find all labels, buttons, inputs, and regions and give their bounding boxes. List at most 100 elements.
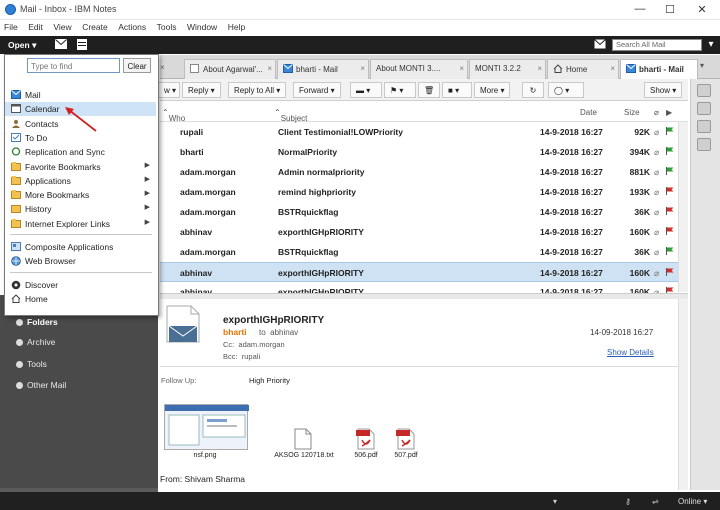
- column-size[interactable]: Size: [624, 108, 640, 117]
- green-flag-icon[interactable]: [666, 167, 674, 175]
- menu-file[interactable]: File: [0, 20, 22, 32]
- table-row[interactable]: bharti NormalPriority 14-9-2018 16:27 394K ⌀: [160, 142, 678, 162]
- table-row[interactable]: abhinav exporthIGHpRIORITY 14-9-2018 16:27…: [160, 262, 678, 282]
- tab-bharti-mail-active[interactable]: bharti - Mail: [620, 59, 698, 79]
- tab-home[interactable]: Home ×: [547, 59, 619, 79]
- tab-about-agarwal[interactable]: About Agarwal'... ×: [184, 59, 276, 79]
- table-row[interactable]: adam.morgan Admin normalpriority 14-9-2018…: [160, 162, 678, 182]
- mail-icon[interactable]: [55, 39, 67, 50]
- maximize-button[interactable]: ☐: [660, 3, 680, 16]
- new-button[interactable]: w ▾: [158, 82, 180, 98]
- sidebar-calendar-icon[interactable]: [697, 102, 711, 115]
- close-tab-icon[interactable]: ×: [360, 64, 365, 73]
- forward-button[interactable]: Forward ▾: [293, 82, 341, 98]
- calendar-icon[interactable]: [76, 39, 88, 50]
- red-flag-icon[interactable]: [666, 227, 674, 235]
- nav-other-mail[interactable]: Other Mail: [16, 380, 66, 390]
- key-icon[interactable]: ⚷: [625, 497, 631, 506]
- pdf-file-icon[interactable]: [396, 428, 416, 452]
- menu-create[interactable]: Create: [78, 20, 112, 32]
- menu-item-mail[interactable]: Mail: [5, 88, 156, 102]
- menu-item-discover[interactable]: Discover: [5, 278, 156, 292]
- clear-button[interactable]: Clear: [123, 58, 151, 73]
- preview-sender[interactable]: bharti: [223, 327, 247, 337]
- list-scrollbar[interactable]: [678, 122, 688, 292]
- green-flag-icon[interactable]: [666, 247, 674, 255]
- open-button[interactable]: Open ▾: [8, 40, 36, 51]
- tab-list-icon[interactable]: ▾: [700, 61, 704, 70]
- tab-monti-322[interactable]: MONTI 3.2.2 ×: [469, 59, 546, 79]
- menu-item-replication-and-sync[interactable]: Replication and Sync: [5, 145, 156, 159]
- menu-item-web-browser[interactable]: Web Browser: [5, 254, 156, 268]
- green-flag-icon[interactable]: [666, 147, 674, 155]
- menu-edit[interactable]: Edit: [24, 20, 47, 32]
- red-flag-icon[interactable]: [666, 268, 674, 276]
- nav-archive[interactable]: Archive: [16, 337, 55, 347]
- menu-item-more-bookmarks[interactable]: More Bookmarks ▶: [5, 188, 156, 202]
- flag-button[interactable]: ⚑ ▾: [384, 82, 416, 98]
- sidebar-todo-icon[interactable]: [697, 138, 711, 151]
- menu-item-home[interactable]: Home: [5, 292, 156, 306]
- pdf-file-icon[interactable]: [356, 428, 376, 452]
- find-input[interactable]: Type to find: [27, 58, 120, 73]
- close-window-button[interactable]: ✕: [692, 3, 712, 16]
- search-input[interactable]: Search All Mail: [612, 39, 702, 51]
- table-row[interactable]: rupali Client Testimonial!LOWPriority 14-9…: [160, 122, 678, 142]
- close-tab-icon[interactable]: ×: [537, 64, 542, 73]
- column-who[interactable]: ⌃ Who: [162, 108, 185, 123]
- sidebar-contacts-icon[interactable]: [697, 120, 711, 133]
- menu-item-history[interactable]: History ▶: [5, 202, 156, 216]
- reply-button[interactable]: Reply ▾: [182, 82, 221, 98]
- reply-to-all-button[interactable]: Reply to All ▾: [228, 82, 287, 98]
- table-row[interactable]: abhinav exporthIGHpRIORITY 14-9-2018 16:27…: [160, 282, 678, 293]
- submenu-arrow-icon: ▶: [144, 204, 150, 212]
- table-row[interactable]: adam.morgan remind highpriority 14-9-2018 …: [160, 182, 678, 202]
- search-options-icon[interactable]: ▾: [705, 39, 717, 50]
- menu-tools[interactable]: Tools: [153, 20, 181, 32]
- table-row[interactable]: adam.morgan BSTRquickflag 14-9-2018 16:27 3…: [160, 202, 678, 222]
- menu-actions[interactable]: Actions: [114, 20, 150, 32]
- table-row[interactable]: adam.morgan BSTRquickflag 14-9-2018 16:27 3…: [160, 242, 678, 262]
- email-date: 14-9-2018 16:27: [540, 167, 603, 177]
- menu-item-applications[interactable]: Applications ▶: [5, 174, 156, 188]
- show-button[interactable]: Show ▾: [644, 82, 683, 98]
- tab-bharti-mail[interactable]: bharti - Mail ×: [277, 59, 369, 79]
- sidebar-search-icon[interactable]: [697, 84, 711, 97]
- menu-item-favorite-bookmarks[interactable]: Favorite Bookmarks ▶: [5, 160, 156, 174]
- green-flag-icon[interactable]: [666, 127, 674, 135]
- more-button[interactable]: More ▾: [474, 82, 511, 98]
- tab-close-icon[interactable]: ×: [160, 63, 165, 72]
- view-button[interactable]: ■ ▾: [442, 82, 472, 98]
- nav-folders[interactable]: Folders: [16, 317, 58, 327]
- table-row[interactable]: abhinav exporthIGHpRIORITY 14-9-2018 16:27…: [160, 222, 678, 242]
- attachment-nsf-thumbnail[interactable]: [164, 404, 249, 450]
- folder-button[interactable]: ▬ ▾: [350, 82, 382, 98]
- nav-tools[interactable]: Tools: [16, 359, 47, 369]
- online-status[interactable]: Online ▾: [678, 497, 707, 506]
- menu-help[interactable]: Help: [224, 20, 249, 32]
- red-flag-icon[interactable]: [666, 207, 674, 215]
- preview-cc: Cc: adam.morgan: [223, 340, 285, 349]
- minimize-button[interactable]: —: [630, 3, 650, 15]
- close-tab-icon[interactable]: ×: [610, 64, 615, 73]
- tab-about-monti[interactable]: About MONTI 3.... ×: [370, 59, 468, 79]
- menu-window[interactable]: Window: [183, 20, 221, 32]
- red-flag-icon[interactable]: [666, 187, 674, 195]
- connection-icon[interactable]: ⇌: [652, 497, 659, 506]
- resize-icon: ▾: [553, 497, 558, 506]
- refresh-button[interactable]: ↻: [522, 82, 544, 98]
- menu-item-composite-applications[interactable]: Composite Applications: [5, 240, 156, 254]
- close-tab-icon[interactable]: ×: [459, 64, 464, 73]
- close-tab-icon[interactable]: ×: [267, 64, 272, 73]
- search-view-button[interactable]: ◯ ▾: [548, 82, 584, 98]
- email-sender: adam.morgan: [180, 167, 236, 177]
- column-date[interactable]: Date: [580, 108, 597, 117]
- column-subject[interactable]: ⌃ Subject: [274, 108, 307, 123]
- submenu-arrow-icon: ▶: [144, 190, 150, 198]
- menu-view[interactable]: View: [49, 20, 75, 32]
- show-details-link[interactable]: Show Details: [607, 348, 654, 357]
- delete-button[interactable]: 🗑: [418, 82, 440, 98]
- text-file-icon[interactable]: [294, 428, 312, 452]
- preview-scrollbar[interactable]: [678, 299, 688, 490]
- menu-item-internet-explorer-links[interactable]: Internet Explorer Links ▶: [5, 217, 156, 231]
